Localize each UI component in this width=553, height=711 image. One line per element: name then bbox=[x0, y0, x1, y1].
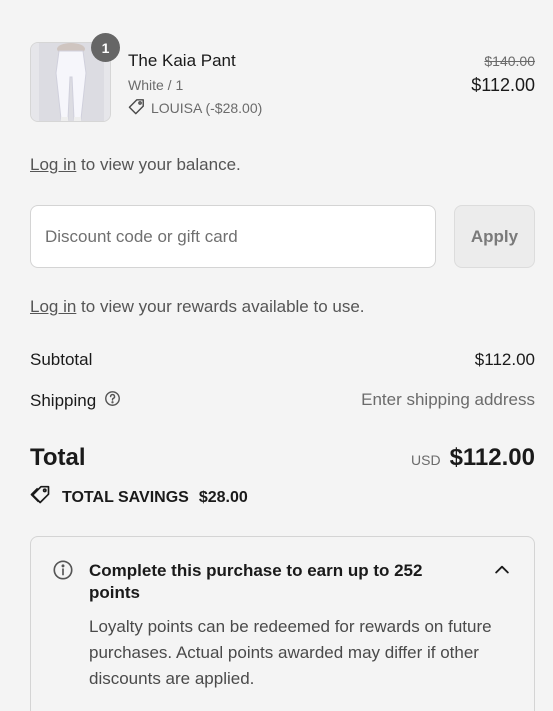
shipping-label: Shipping bbox=[30, 391, 97, 410]
chevron-up-icon[interactable] bbox=[492, 560, 512, 585]
quantity-badge: 1 bbox=[91, 33, 120, 62]
shipping-row: Shipping bbox=[30, 390, 121, 412]
product-variant: White / 1 bbox=[128, 77, 184, 93]
total-amount: $112.00 bbox=[449, 444, 535, 471]
product-original-price: $140.00 bbox=[484, 53, 535, 69]
savings-label: TOTAL SAVINGS bbox=[62, 488, 189, 506]
balance-login-text: to view your balance. bbox=[76, 155, 241, 174]
savings-tag-icon bbox=[30, 485, 52, 510]
rewards-login-link[interactable]: Log in bbox=[30, 297, 76, 316]
balance-login-line: Log in to view your balance. bbox=[30, 155, 241, 175]
rewards-login-line: Log in to view your rewards available to… bbox=[30, 297, 365, 317]
subtotal-value: $112.00 bbox=[474, 350, 535, 369]
total-savings: TOTAL SAVINGS $28.00 bbox=[30, 485, 248, 510]
loyalty-title: Complete this purchase to earn up to 252… bbox=[89, 561, 423, 602]
info-icon bbox=[52, 559, 74, 586]
balance-login-link[interactable]: Log in bbox=[30, 155, 76, 174]
product-discount: LOUISA (-$28.00) bbox=[128, 98, 262, 118]
discount-code-input[interactable] bbox=[30, 205, 436, 268]
rewards-login-text: to view your rewards available to use. bbox=[76, 297, 365, 316]
help-circle-icon[interactable] bbox=[104, 390, 121, 412]
product-name: The Kaia Pant bbox=[128, 51, 236, 70]
loyalty-body: Loyalty points can be redeemed for rewar… bbox=[89, 617, 492, 688]
savings-amount: $28.00 bbox=[198, 488, 248, 506]
total-label: Total bbox=[30, 444, 86, 471]
tag-icon bbox=[128, 98, 145, 118]
subtotal-label: Subtotal bbox=[30, 350, 93, 369]
total-currency: USD bbox=[411, 452, 441, 468]
product-discount-label: LOUISA (-$28.00) bbox=[151, 100, 263, 116]
total-value: USD $112.00 bbox=[411, 444, 535, 472]
shipping-value: Enter shipping address bbox=[361, 390, 535, 409]
apply-button[interactable]: Apply bbox=[454, 205, 535, 268]
product-price: $112.00 bbox=[471, 75, 535, 95]
